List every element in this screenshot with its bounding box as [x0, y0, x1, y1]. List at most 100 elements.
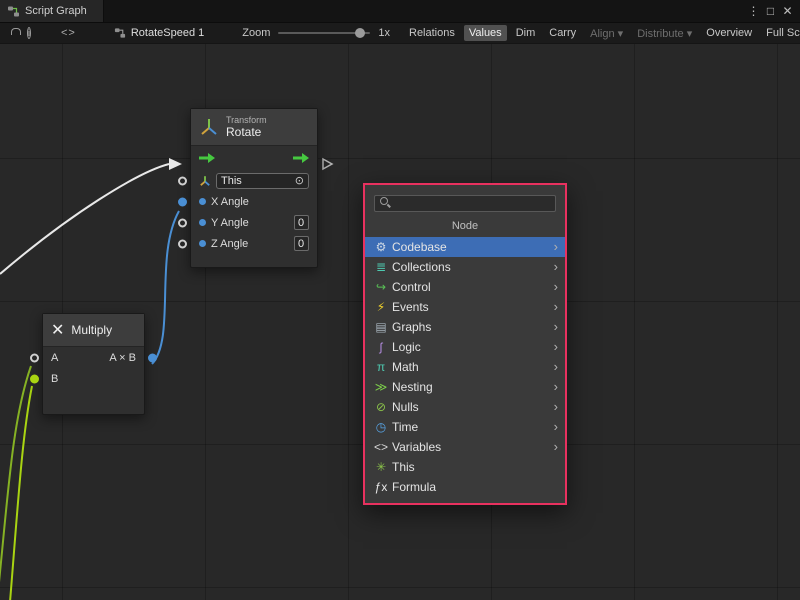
this-field[interactable]: This ⊙	[216, 173, 309, 189]
y-angle-label: Y Angle	[211, 217, 249, 229]
chevron-right-icon: ›	[554, 400, 558, 413]
logic-icon: ʃ	[373, 340, 389, 354]
x-angle-label: X Angle	[211, 196, 249, 208]
graphs-icon: ▤	[373, 320, 389, 334]
finder-item-events[interactable]: ⚡ Events ›	[365, 297, 565, 317]
finder-item-math[interactable]: π Math ›	[365, 357, 565, 377]
finder-item-time[interactable]: ◷ Time ›	[365, 417, 565, 437]
finder-item-nesting[interactable]: ≫ Nesting ›	[365, 377, 565, 397]
node-titles: Transform Rotate	[226, 115, 267, 139]
graph-toolbar: i <> RotateSpeed 1 Zoom 1x Relations Val…	[0, 22, 800, 44]
z-angle-value-input[interactable]: 0	[294, 236, 309, 251]
flow-output-arrow-icon[interactable]	[293, 153, 309, 163]
finder-item-collections[interactable]: ≣ Collections ›	[365, 257, 565, 277]
node-transform-rotate[interactable]: Transform Rotate This ⊙	[190, 108, 318, 268]
chevron-right-icon: ›	[554, 240, 558, 253]
tab-title: Script Graph	[25, 5, 87, 17]
finder-item-control[interactable]: ↪ Control ›	[365, 277, 565, 297]
b-input-port[interactable]	[30, 374, 39, 383]
finder-item-label: Graphs	[392, 320, 431, 334]
chevron-right-icon: ›	[554, 360, 558, 373]
search-field-wrap	[374, 193, 556, 212]
dim-button[interactable]: Dim	[511, 25, 541, 41]
graph-reference[interactable]: RotateSpeed 1	[114, 27, 204, 39]
finder-item-codebase[interactable]: ⚙ Codebase ›	[365, 237, 565, 257]
chevron-right-icon: ›	[554, 380, 558, 393]
chevron-right-icon: ›	[554, 260, 558, 273]
x-angle-row: X Angle	[191, 191, 317, 212]
finder-item-nulls[interactable]: ⊘ Nulls ›	[365, 397, 565, 417]
graph-asset-icon	[114, 27, 126, 39]
this-input-port[interactable]	[178, 176, 187, 185]
finder-item-label: Nulls	[392, 400, 419, 414]
formula-icon: ƒx	[373, 480, 389, 494]
relations-button[interactable]: Relations	[404, 25, 460, 41]
overview-button[interactable]: Overview	[701, 25, 757, 41]
collections-icon: ≣	[373, 260, 389, 274]
align-dropdown[interactable]: Align ▾	[585, 25, 628, 42]
multiply-icon: ✕	[51, 320, 64, 340]
y-angle-input-port[interactable]	[178, 218, 187, 227]
object-picker-icon[interactable]: ⊙	[295, 174, 304, 187]
info-icon[interactable]: i	[27, 27, 31, 39]
search-icon	[380, 197, 388, 205]
node-category: Transform	[226, 115, 267, 125]
fullscreen-button[interactable]: Full Screen	[761, 25, 800, 41]
z-angle-row: Z Angle 0	[191, 233, 317, 254]
kebab-menu-icon[interactable]: ⋮	[745, 0, 762, 22]
finder-item-this[interactable]: ✳ This	[365, 457, 565, 477]
finder-item-variables[interactable]: <> Variables ›	[365, 437, 565, 457]
chevron-right-icon: ›	[554, 340, 558, 353]
distribute-label: Distribute	[637, 28, 683, 40]
product-output-port[interactable]	[148, 353, 157, 362]
chevron-down-icon: ▾	[687, 28, 693, 40]
node-header[interactable]: ✕ Multiply	[43, 314, 144, 347]
y-angle-value-input[interactable]: 0	[294, 215, 309, 230]
finder-item-label: Collections	[392, 260, 451, 274]
finder-header: Node	[365, 215, 565, 237]
a-input-port[interactable]	[30, 353, 39, 362]
x-angle-input-port[interactable]	[178, 197, 187, 206]
nulls-icon: ⊘	[373, 400, 389, 414]
distribute-dropdown[interactable]: Distribute ▾	[632, 25, 697, 42]
close-icon[interactable]: ✕	[779, 0, 796, 22]
this-field-label: This	[221, 175, 242, 187]
zoom-value: 1x	[378, 27, 390, 39]
graph-name-label: RotateSpeed 1	[131, 27, 204, 39]
code-toggle-icon[interactable]: <>	[61, 27, 76, 39]
finder-item-label: Codebase	[392, 240, 447, 254]
node-search-input[interactable]	[374, 195, 556, 212]
carry-button[interactable]: Carry	[544, 25, 581, 41]
chevron-right-icon: ›	[554, 420, 558, 433]
zoom-slider[interactable]	[278, 32, 370, 34]
finder-item-graphs[interactable]: ▤ Graphs ›	[365, 317, 565, 337]
product-output-label: A × B	[109, 352, 136, 364]
flow-input-arrow-icon[interactable]	[199, 153, 215, 163]
node-multiply[interactable]: ✕ Multiply A A × B B	[42, 313, 145, 415]
node-title: Multiply	[71, 323, 112, 337]
y-angle-row: Y Angle 0	[191, 212, 317, 233]
zoom-slider-knob[interactable]	[355, 28, 365, 38]
finder-item-logic[interactable]: ʃ Logic ›	[365, 337, 565, 357]
finder-item-label: Events	[392, 300, 429, 314]
values-button[interactable]: Values	[464, 25, 507, 41]
script-graph-window: Script Graph ⋮ □ ✕ i <> RotateSpeed 1 Zo…	[0, 0, 800, 600]
transform-axes-icon	[199, 117, 219, 137]
tab-script-graph[interactable]: Script Graph	[0, 0, 104, 22]
maximize-icon[interactable]: □	[762, 0, 779, 22]
finder-item-formula[interactable]: ƒx Formula	[365, 477, 565, 497]
node-title: Rotate	[226, 125, 267, 139]
b-label: B	[51, 373, 58, 385]
z-angle-type-dot	[199, 240, 206, 247]
node-header[interactable]: Transform Rotate	[191, 109, 317, 146]
align-label: Align	[590, 28, 614, 40]
control-icon: ↪	[373, 280, 389, 294]
multiply-a-row: A A × B	[43, 347, 144, 368]
zoom-label: Zoom	[242, 27, 270, 39]
multiply-b-row: B	[43, 368, 144, 389]
events-icon: ⚡	[373, 300, 389, 314]
z-angle-input-port[interactable]	[178, 239, 187, 248]
z-angle-label: Z Angle	[211, 238, 248, 250]
node-finder-panel: Node ⚙ Codebase › ≣ Collections › ↪ Cont…	[363, 183, 567, 505]
flow-row	[191, 146, 317, 170]
